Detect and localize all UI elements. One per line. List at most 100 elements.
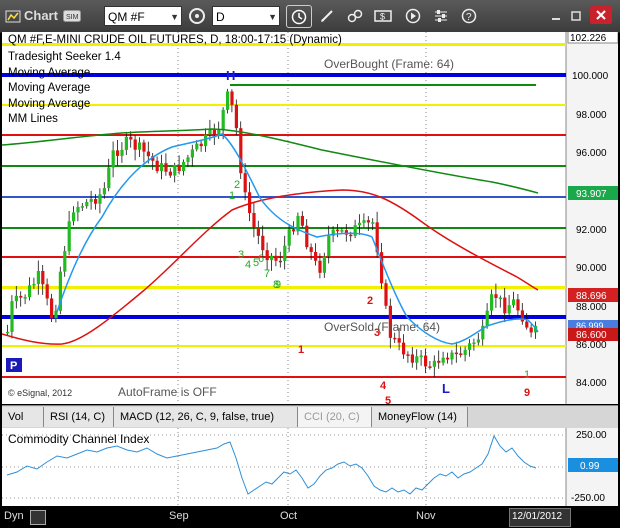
help-icon[interactable]: ? [458,4,480,27]
moving-average-green [2,128,539,194]
seq-green-label: 1 [229,190,235,202]
tab-vol[interactable]: Vol [2,407,44,427]
candle-body [410,354,414,363]
candle-body [252,212,256,228]
chart-window-icon [4,4,22,27]
interval-input[interactable]: D ▼ [212,6,280,26]
candle-body [261,235,265,251]
study-label[interactable]: Moving Average [8,97,121,113]
candle-body [177,164,181,172]
candle-body [67,221,71,252]
candle-body [446,357,450,360]
autoframe-status[interactable]: AutoFrame is OFF [118,385,217,399]
cci-pane[interactable]: 0.99 250.00 -250.00 Commodity Channel In… [2,428,618,506]
study-label[interactable]: Tradesight Seeker 1.4 [8,50,121,66]
minimize-icon[interactable] [548,4,564,27]
play-icon[interactable] [402,4,424,27]
price-tick: 100.000 [572,71,609,82]
money-icon[interactable]: $ [372,4,394,27]
symbol-input[interactable]: QM #F ▼ [104,6,182,26]
candle-body [142,142,146,152]
cci-title: Commodity Channel Index [8,432,150,446]
seq-red-label: 9 [524,387,530,399]
chart-toolbar: Chart SIM QM #F ▼ D ▼ $ ? [0,0,620,33]
candle-body [133,139,137,150]
study-label[interactable]: MM Lines [8,112,121,128]
candle-body [89,199,93,202]
clock-icon[interactable] [286,5,312,28]
candle-body [239,128,243,174]
candle-body [525,321,529,328]
candle-body [507,305,511,314]
candle-body [503,297,507,314]
candle-body [468,343,472,350]
candle-body [278,260,282,263]
candle-body [371,222,375,224]
candle-body [45,284,49,299]
candle-body [28,285,32,298]
tab-rsi[interactable]: RSI (14, C) [44,407,114,427]
draw-pencil-icon[interactable] [316,4,338,27]
high-marker: H [226,68,235,83]
settings-sliders-icon[interactable] [430,4,452,27]
cci-value: 0.99 [580,461,600,472]
study-label[interactable]: Moving Average [8,66,121,82]
tab-macd[interactable]: MACD (12, 26, C, 9, false, true) [114,407,298,427]
chevron-down-icon[interactable]: ▼ [268,7,277,27]
p-button-label: P [10,360,17,372]
candle-body [432,360,436,367]
link-badge-icon[interactable]: SIM [62,4,82,27]
candle-body [36,270,40,284]
study-list: Tradesight Seeker 1.4 Moving Average Mov… [8,50,121,128]
price-tag-ma-green-value: 93.907 [576,189,607,200]
candle-body [173,164,177,176]
price-chart-pane[interactable]: P H L 2 1 3 4 5 6 7 8 9 1 1 2 3 4 5 9 10… [2,32,618,404]
chart-header: QM #F,E-MINI CRUDE OIL FUTURES, D, 18:00… [8,34,342,46]
candle-body [450,352,454,360]
candle-body [292,229,296,232]
candle-body [23,297,27,299]
candle-body [498,297,502,300]
candle-body [186,157,190,162]
candle-body [129,136,133,140]
candles-group [6,88,538,378]
maximize-icon[interactable] [568,4,584,27]
seq-red-label: 4 [380,380,387,392]
candle-body [494,294,498,298]
dyn-label[interactable]: Dyn [4,510,24,522]
candle-body [243,173,247,193]
candle-body [384,283,388,306]
close-icon[interactable] [590,6,612,24]
low-marker: L [442,381,450,396]
candle-body [19,295,23,298]
candle-body [94,199,98,204]
candle-body [98,194,102,204]
month-label: Nov [416,510,436,522]
month-label: Oct [280,510,298,522]
candle-body [428,366,432,368]
candle-body [41,270,45,285]
mm-line [2,165,566,167]
candle-body [274,255,278,261]
tab-moneyflow[interactable]: MoneyFlow (14) [372,407,468,427]
interval-value: D [216,10,225,24]
copyright: © eSignal, 2012 [8,388,73,398]
time-axis[interactable]: Dyn Sep Oct Nov 12/01/2012 [0,506,620,528]
candle-body [226,91,230,110]
tab-cci[interactable]: CCI (20, C) [298,407,372,427]
candle-body [459,353,463,355]
window-title: Chart [24,8,58,23]
candle-body [485,310,489,326]
dyn-toggle-icon[interactable] [30,510,46,525]
candle-body [204,134,208,147]
study-label[interactable]: Moving Average [8,81,121,97]
candle-body [327,235,331,257]
candle-body [424,355,428,367]
candle-body [454,352,458,355]
refresh-icon[interactable] [186,4,208,27]
seeker-red-sequence: 1 2 3 4 5 9 [298,295,530,404]
link-chain-icon[interactable] [344,4,366,27]
chevron-down-icon[interactable]: ▼ [170,7,179,27]
candle-body [322,256,326,273]
candle-body [476,339,480,343]
